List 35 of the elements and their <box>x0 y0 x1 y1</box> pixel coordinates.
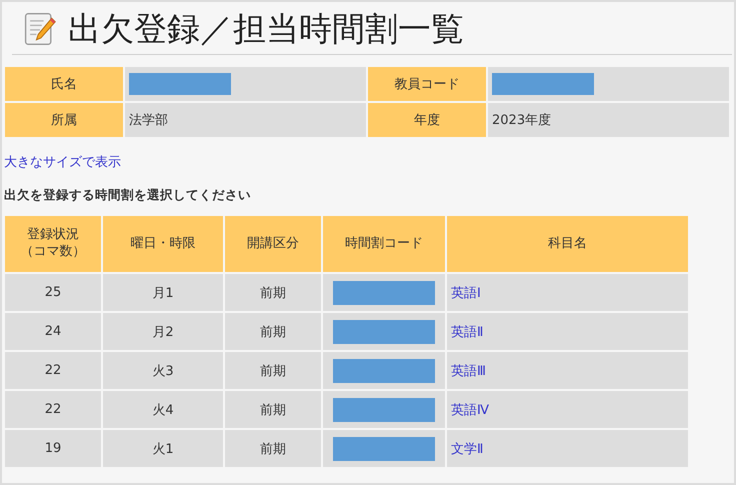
enlarge-link[interactable]: 大きなサイズで表示 <box>4 153 121 171</box>
table-cell: 前期 <box>225 313 321 350</box>
table-cell: 25 <box>5 274 101 311</box>
column-header: 登録状況（コマ数） <box>5 216 101 272</box>
table-cell: 月1 <box>103 274 223 311</box>
table-cell: 火4 <box>103 391 223 428</box>
table-cell: 前期 <box>225 430 321 467</box>
info-label: 氏名 <box>5 67 123 101</box>
table-cell: 19 <box>5 430 101 467</box>
column-header: 開講区分 <box>225 216 321 272</box>
info-label: 教員コード <box>368 67 486 101</box>
info-value: 2023年度 <box>492 113 552 128</box>
table-cell: 月2 <box>103 313 223 350</box>
table-cell: 火3 <box>103 352 223 389</box>
table-cell: 前期 <box>225 391 321 428</box>
instruction-text: 出欠を登録する時間割を選択してください <box>4 187 252 204</box>
column-header: 曜日・時限 <box>103 216 223 272</box>
column-header: 科目名 <box>447 216 688 272</box>
table-cell: 前期 <box>225 274 321 311</box>
subject-link[interactable]: 英語Ⅲ <box>451 364 486 378</box>
info-label: 年度 <box>368 103 486 137</box>
table-cell: 前期 <box>225 352 321 389</box>
page-title: 出欠登録／担当時間割一覧 <box>68 8 464 50</box>
table-cell: 22 <box>5 352 101 389</box>
info-value: 法学部 <box>129 113 168 128</box>
subject-link[interactable]: 英語Ⅱ <box>451 324 484 340</box>
table-cell: 火1 <box>103 430 223 467</box>
notepad-pencil-icon <box>22 11 58 47</box>
table-cell: 22 <box>5 391 101 428</box>
subject-link[interactable]: 英語Ⅰ <box>451 286 481 300</box>
table-cell: 24 <box>5 313 101 350</box>
subject-link[interactable]: 文学Ⅱ <box>451 442 484 456</box>
subject-link[interactable]: 英語Ⅳ <box>451 402 489 418</box>
column-header: 時間割コード <box>323 216 445 272</box>
info-label: 所属 <box>5 103 123 137</box>
